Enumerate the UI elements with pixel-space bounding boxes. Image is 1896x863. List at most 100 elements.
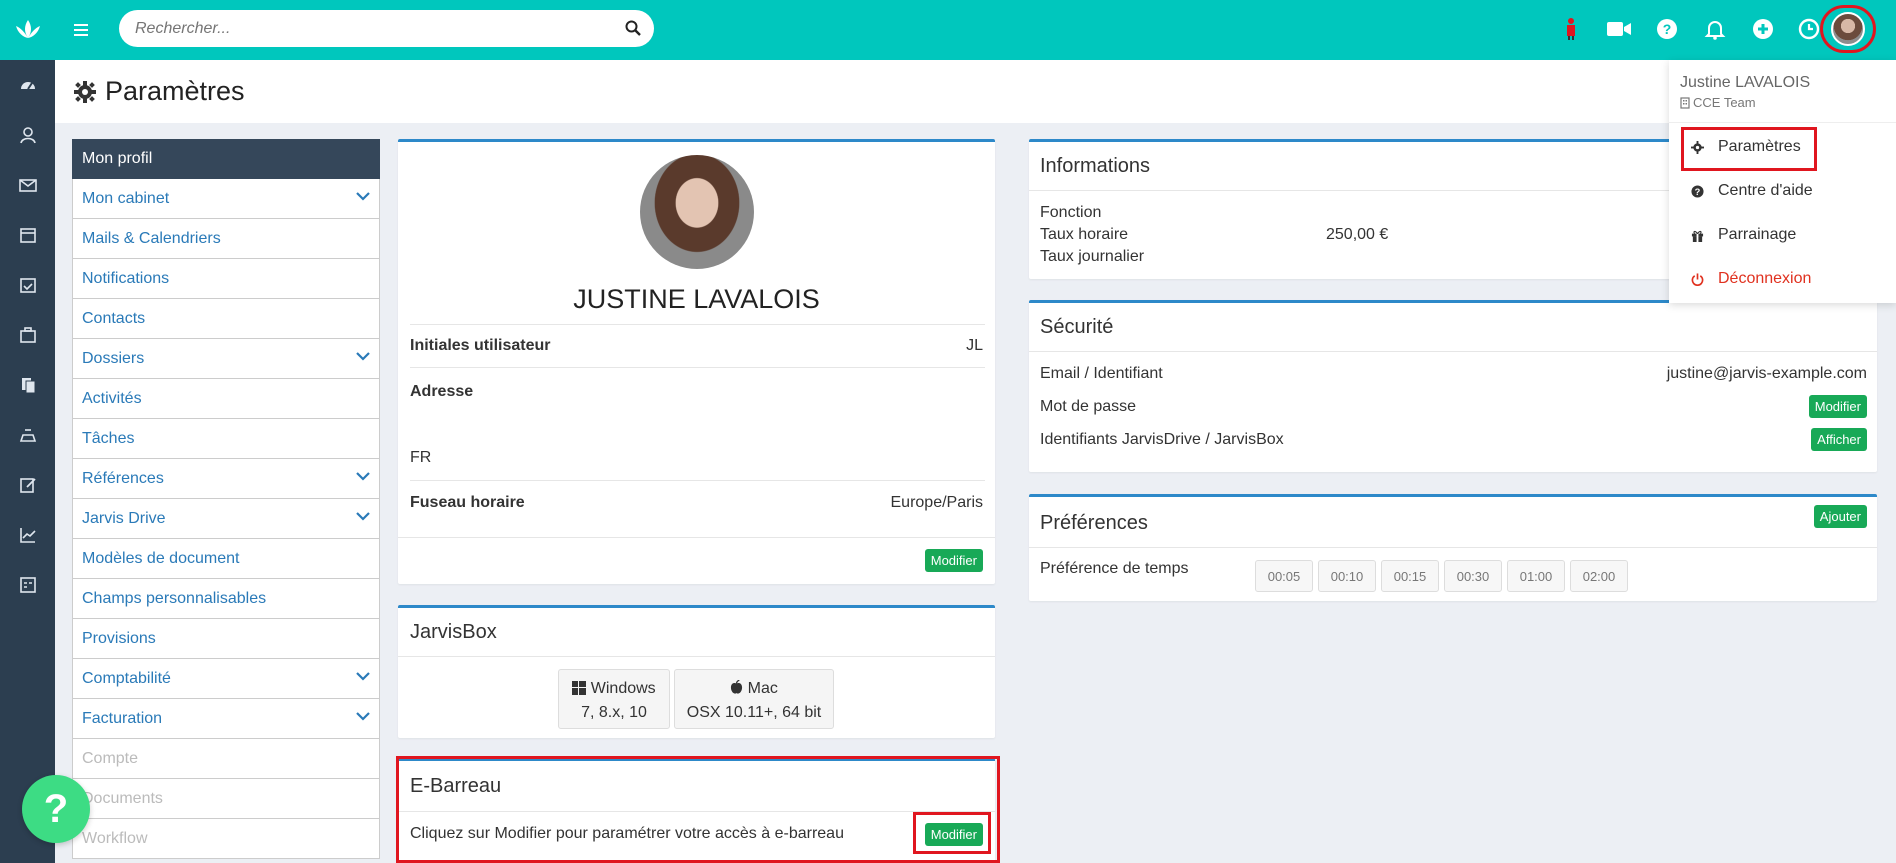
help-circle-icon[interactable]: ? [1654,16,1680,42]
password-edit-button[interactable]: Modifier [1808,395,1867,418]
page-title-text: Paramètres [105,76,245,106]
rail-cases[interactable] [0,310,55,360]
taux-journalier-label: Taux journalier [1040,248,1145,265]
profile-card: JUSTINE LAVALOIS Initiales utilisateur J… [398,139,995,584]
calculator-icon [19,577,36,593]
informations-title: Informations [1040,155,1151,177]
dropdown-user-name: Justine LAVALOIS [1680,74,1811,91]
jarvisbox-title: JarvisBox [410,621,497,643]
chevron-down-icon[interactable] [356,471,370,481]
initials-value: JL [966,337,983,354]
dropdown-logout-item[interactable]: Déconnexion [1691,270,1811,288]
settings-menu-item[interactable]: Comptabilité [72,659,380,699]
dropdown-referral-item[interactable]: Parrainage [1691,226,1796,244]
settings-menu-item[interactable]: Tâches [72,419,380,459]
chevron-down-icon[interactable] [356,351,370,361]
settings-menu-item[interactable]: Compte [72,739,380,779]
securite-card: Sécurité Email / Identifiant justine@jar… [1029,300,1877,472]
rail-calculator[interactable] [0,560,55,610]
settings-menu-item[interactable]: Activités [72,379,380,419]
initials-label: Initiales utilisateur [410,337,551,354]
settings-menu-item[interactable]: Modèles de document [72,539,380,579]
user-avatar-button[interactable] [1820,5,1876,53]
chevron-down-icon[interactable] [356,191,370,201]
building-icon [1680,96,1690,109]
settings-menu-item[interactable]: Provisions [72,619,380,659]
clock-icon[interactable] [1796,16,1822,42]
time-option-button[interactable]: 00:15 [1381,560,1439,592]
search-input[interactable] [119,10,599,47]
rail-documents[interactable] [0,360,55,410]
preferences-add-button[interactable]: Ajouter [1813,505,1867,528]
settings-menu-item[interactable]: Documents [72,779,380,819]
time-option-button[interactable]: 01:00 [1507,560,1565,592]
settings-menu-item-label: Comptabilité [82,669,171,687]
help-fab-button[interactable]: ? [22,775,90,843]
svg-text:?: ? [1695,187,1701,197]
add-circle-icon[interactable] [1750,16,1776,42]
chevron-down-icon[interactable] [356,711,370,721]
settings-menu-item[interactable]: Mails & Calendriers [72,219,380,259]
email-value: justine@jarvis-example.com [1666,365,1867,382]
video-camera-icon[interactable] [1606,16,1632,42]
settings-menu-item[interactable]: Facturation [72,699,380,739]
rail-calendar[interactable] [0,210,55,260]
jarvisbox-card: JarvisBox Windows 7, 8.x, 10 Mac OSX 10.… [398,605,995,738]
mac-download-button[interactable]: Mac OSX 10.11+, 64 bit [674,669,834,729]
time-preference-label: Préférence de temps [1040,560,1189,577]
address-label: Adresse [410,383,474,400]
settings-menu-item[interactable]: Références [72,459,380,499]
drive-credentials-label: Identifiants JarvisDrive / JarvisBox [1040,431,1284,448]
page-title: Paramètres [73,76,245,107]
time-option-button[interactable]: 00:30 [1444,560,1502,592]
timezone-value: Europe/Paris [890,494,984,511]
hamburger-menu-icon[interactable] [71,19,93,41]
ebarreau-button-highlight [913,812,991,854]
settings-menu-item[interactable]: Workflow [72,819,380,859]
rail-mail[interactable] [0,160,55,210]
app-logo[interactable] [0,0,55,60]
question-mark-icon: ? [43,786,69,831]
left-rail [0,0,55,863]
rail-tasks[interactable] [0,260,55,310]
securite-title: Sécurité [1040,316,1114,338]
search-icon[interactable] [624,19,642,37]
dropdown-referral-label: Parrainage [1718,226,1797,243]
rail-contacts[interactable] [0,110,55,160]
settings-menu-item[interactable]: Champs personnalisables [72,579,380,619]
ebarreau-highlight [396,756,1000,863]
profile-edit-button[interactable]: Modifier [924,549,983,572]
settings-menu-item-label: Documents [82,789,163,807]
rail-dashboard[interactable] [0,60,55,110]
settings-menu-item[interactable]: Contacts [72,299,380,339]
fonction-label: Fonction [1040,204,1102,221]
time-option-button[interactable]: 00:10 [1318,560,1376,592]
user-dropdown: Justine LAVALOIS CCE Team Paramètres ? C… [1669,60,1896,303]
rail-edit[interactable] [0,460,55,510]
taux-horaire-value: 250,00 € [1326,226,1389,243]
settings-menu-item[interactable]: Mon cabinet [72,179,380,219]
question-circle-icon: ? [1691,184,1704,198]
chevron-down-icon[interactable] [356,671,370,681]
timer-person-icon[interactable] [1558,16,1584,42]
settings-menu-item-label: Champs personnalisables [82,589,267,607]
settings-menu-item[interactable]: Notifications [72,259,380,299]
dropdown-help-item[interactable]: ? Centre d'aide [1691,182,1813,200]
settings-menu-item[interactable]: Mon profil [72,139,380,179]
settings-menu-item-label: Activités [82,389,142,407]
dropdown-team-text: CCE Team [1693,95,1756,110]
rail-reports[interactable] [0,510,55,560]
gauge-icon [20,82,35,90]
settings-menu-item[interactable]: Jarvis Drive [72,499,380,539]
windows-download-button[interactable]: Windows 7, 8.x, 10 [558,669,670,729]
rail-billing[interactable] [0,410,55,460]
settings-menu: Mon profil Mon cabinet Mails & Calendriers… [72,139,380,859]
chevron-down-icon[interactable] [356,511,370,521]
bell-icon[interactable] [1702,16,1728,42]
time-option-button[interactable]: 00:05 [1255,560,1313,592]
settings-menu-item[interactable]: Dossiers [72,339,380,379]
mac-versions: OSX 10.11+, 64 bit [686,704,822,721]
drive-credentials-show-button[interactable]: Afficher [1811,428,1867,451]
time-option-button[interactable]: 02:00 [1570,560,1628,592]
settings-menu-item-label: Facturation [82,709,163,727]
